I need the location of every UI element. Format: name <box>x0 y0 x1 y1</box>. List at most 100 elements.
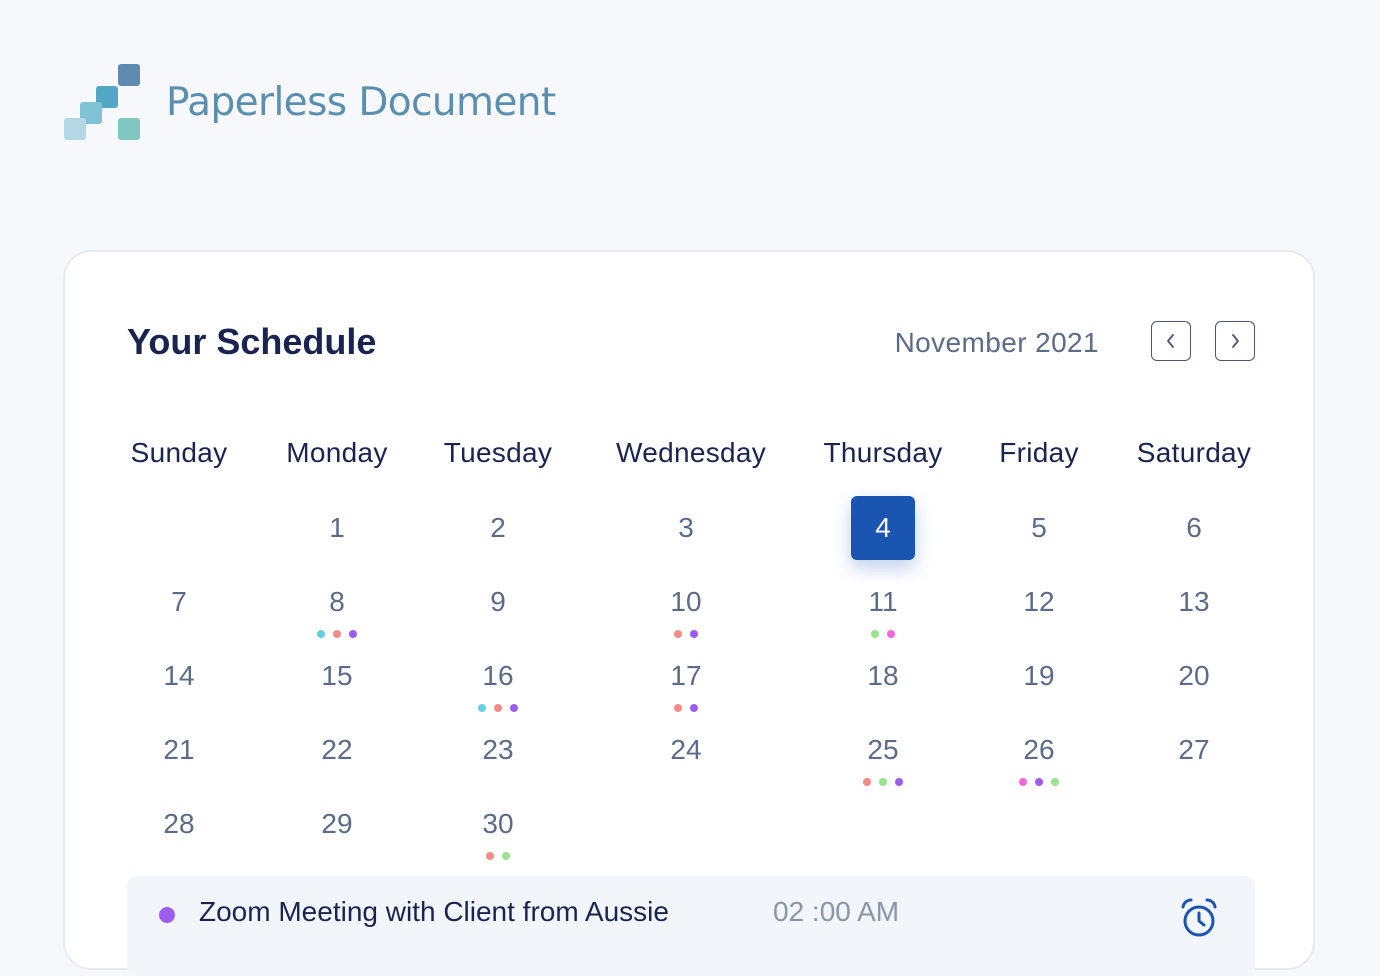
calendar-day-number: 7 <box>171 586 187 617</box>
event-dot <box>887 630 895 638</box>
calendar-day-number: 15 <box>321 660 353 691</box>
logo-square <box>64 118 86 140</box>
event-dot <box>494 704 502 712</box>
event-dot <box>879 778 887 786</box>
calendar-day-number: 19 <box>1023 660 1055 691</box>
schedule-card: Your Schedule November 2021 Sunday Monday… <box>63 250 1315 976</box>
calendar-day[interactable]: 19 <box>969 644 1109 708</box>
brand-name: Paperless Document <box>166 79 556 125</box>
calendar-day-number: 16 <box>482 660 514 691</box>
chevron-left-icon <box>1167 334 1174 348</box>
event-dot <box>317 630 325 638</box>
logo-square <box>118 64 140 86</box>
calendar-day-number: 11 <box>868 586 898 617</box>
calendar-day[interactable]: 1 <box>267 496 407 560</box>
calendar-day[interactable]: 10 <box>616 570 756 638</box>
event-dot <box>486 852 494 860</box>
event-color-dot <box>159 907 175 923</box>
weekday-header-saturday: Saturday <box>1136 437 1252 468</box>
calendar-day-number: 6 <box>1186 512 1202 543</box>
calendar-day[interactable]: 11 <box>813 570 953 638</box>
event-dot <box>1051 778 1059 786</box>
calendar-day[interactable]: 12 <box>969 570 1109 634</box>
calendar-day[interactable]: 2 <box>428 496 568 560</box>
calendar-day[interactable]: 17 <box>616 644 756 712</box>
event-indicator-dots <box>813 778 953 786</box>
calendar-day-number: 1 <box>329 512 345 543</box>
calendar-day-number: 26 <box>1023 734 1055 765</box>
weekday-header-friday: Friday <box>999 437 1079 468</box>
weekday-header-monday: Monday <box>286 437 388 468</box>
calendar-day[interactable]: 18 <box>813 644 953 708</box>
calendar-day[interactable]: 27 <box>1124 718 1264 782</box>
calendar-day-number: 21 <box>163 734 195 765</box>
calendar-day[interactable]: 13 <box>1124 570 1264 634</box>
event-dot <box>871 630 879 638</box>
event-dot <box>333 630 341 638</box>
calendar-day[interactable]: 30 <box>428 792 568 860</box>
weekday-header-thursday: Thursday <box>823 437 943 468</box>
calendar-day[interactable]: 15 <box>267 644 407 708</box>
calendar-day[interactable]: 3 <box>616 496 756 560</box>
calendar-day-number: 20 <box>1178 660 1210 691</box>
calendar-day-number: 13 <box>1178 586 1210 617</box>
event-time: 02 :00 AM <box>773 896 900 927</box>
alarm-clock-icon[interactable] <box>1177 896 1221 940</box>
calendar-day[interactable]: 4 <box>813 496 953 560</box>
calendar-day-number: 30 <box>482 808 514 839</box>
calendar-day-number: 23 <box>482 734 514 765</box>
calendar-day[interactable]: 14 <box>109 644 249 708</box>
chevron-right-icon <box>1232 334 1239 348</box>
calendar-day-number: 2 <box>490 512 506 543</box>
calendar-day-number: 24 <box>670 734 702 765</box>
event-dot <box>690 630 698 638</box>
calendar-day[interactable]: 21 <box>109 718 249 782</box>
calendar-day[interactable]: 25 <box>813 718 953 786</box>
logo-mark <box>64 64 142 140</box>
calendar-day[interactable]: 9 <box>428 570 568 634</box>
event-indicator-dots <box>428 852 568 860</box>
logo-square <box>118 118 140 140</box>
calendar-day[interactable]: 5 <box>969 496 1109 560</box>
next-month-button[interactable] <box>1215 321 1255 361</box>
event-indicator-dots <box>428 704 568 712</box>
calendar-day[interactable]: 28 <box>109 792 249 856</box>
event-dot <box>1035 778 1043 786</box>
calendar-day[interactable]: 22 <box>267 718 407 782</box>
weekday-header-sunday: Sunday <box>130 437 228 468</box>
calendar-day[interactable]: 7 <box>109 570 249 634</box>
event-indicator-dots <box>813 630 953 638</box>
calendar-day[interactable]: 20 <box>1124 644 1264 708</box>
calendar-day[interactable]: 26 <box>969 718 1109 786</box>
calendar-day-number: 18 <box>867 660 899 691</box>
calendar-day[interactable]: 24 <box>616 718 756 782</box>
calendar-day-number: 10 <box>670 586 702 617</box>
event-indicator-dots <box>616 704 756 712</box>
calendar-day-number: 4 <box>851 496 915 560</box>
event-indicator-dots <box>267 630 407 638</box>
previous-month-button[interactable] <box>1151 321 1191 361</box>
calendar-day-number: 29 <box>321 808 353 839</box>
calendar-day[interactable]: 23 <box>428 718 568 782</box>
calendar-day[interactable]: 6 <box>1124 496 1264 560</box>
calendar-day-number: 25 <box>867 734 899 765</box>
event-dot <box>674 630 682 638</box>
event-dot <box>478 704 486 712</box>
calendar-day-number: 5 <box>1031 512 1047 543</box>
calendar-day-number: 12 <box>1023 586 1055 617</box>
calendar-day-number: 14 <box>163 660 195 691</box>
calendar-day[interactable]: 16 <box>428 644 568 712</box>
calendar-day-number: 8 <box>329 586 345 617</box>
event-item[interactable]: Zoom Meeting with Client from Aussie 02 … <box>127 876 1255 976</box>
calendar-day-number: 22 <box>321 734 353 765</box>
event-indicator-dots <box>616 630 756 638</box>
calendar-day[interactable]: 29 <box>267 792 407 856</box>
calendar-day[interactable]: 8 <box>267 570 407 638</box>
event-dot <box>502 852 510 860</box>
event-dot <box>510 704 518 712</box>
event-dot <box>895 778 903 786</box>
event-indicator-dots <box>969 778 1109 786</box>
weekday-header-tuesday: Tuesday <box>443 437 553 468</box>
calendar-day-number: 9 <box>490 586 506 617</box>
event-dot <box>1019 778 1027 786</box>
